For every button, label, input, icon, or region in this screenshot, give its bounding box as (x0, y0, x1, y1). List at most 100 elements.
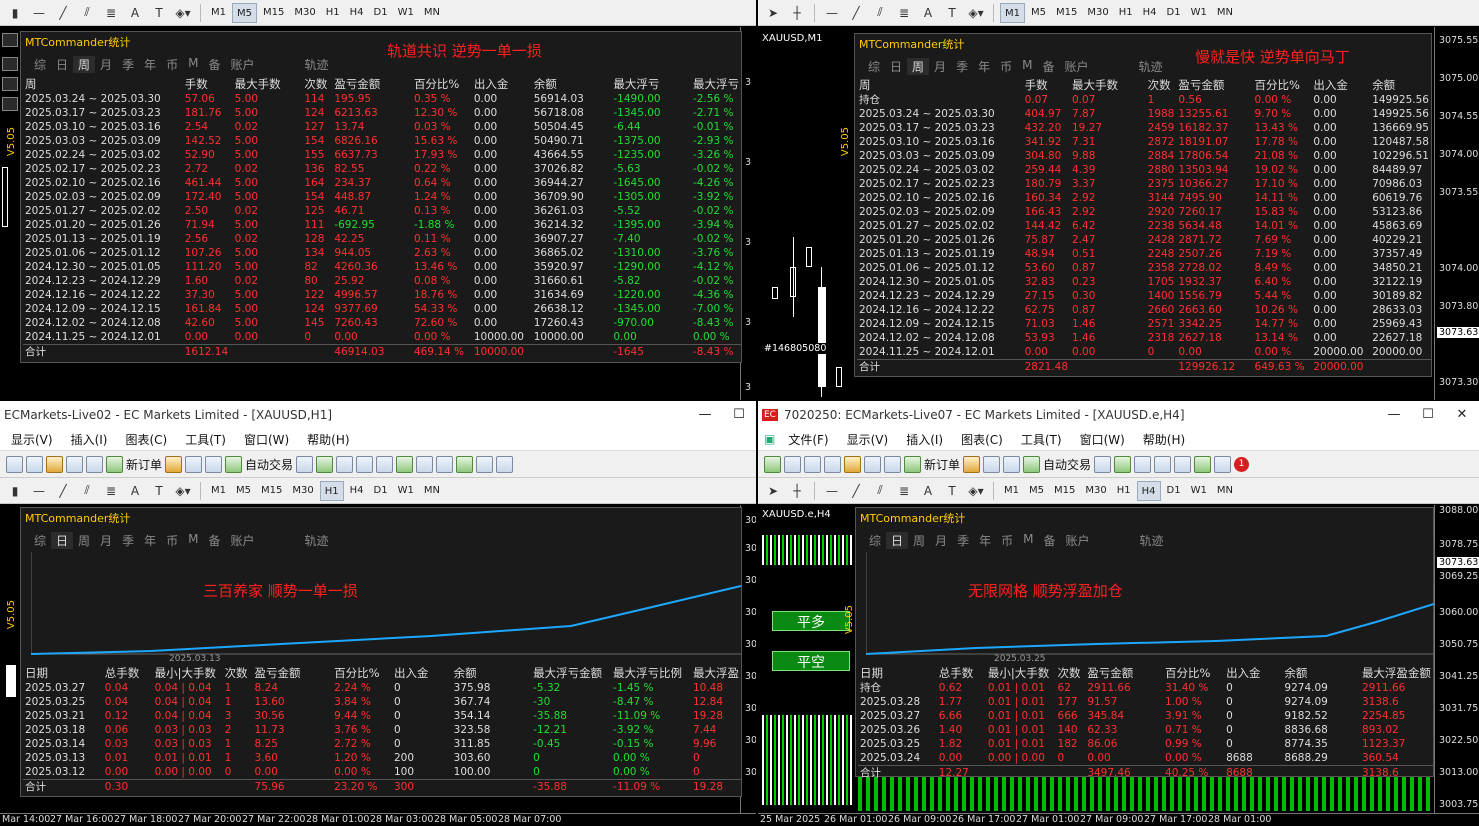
tf-m1[interactable]: M1 (207, 481, 230, 501)
table-row[interactable]: 2025.02.17 ~ 2025.02.23 2.72 0.02 136 82.55 0… (23, 162, 741, 176)
tab-quarter[interactable]: 季 (951, 58, 973, 75)
table-row[interactable]: 2025.03.03 ~ 2025.03.09 304.80 9.88 2884 178… (857, 149, 1431, 163)
table-row[interactable]: 2025.03.03 ~ 2025.03.09 142.52 5.00 154 6826… (23, 134, 741, 148)
tab-note[interactable]: 备 (1037, 58, 1059, 75)
menu-help[interactable]: 帮助(H) (298, 431, 358, 448)
tf-m15[interactable]: M15 (1052, 3, 1081, 23)
terminal-icon[interactable] (983, 455, 1001, 473)
table-row[interactable]: 2024.12.30 ~ 2025.01.05 111.20 5.00 82 4260.… (23, 260, 741, 274)
text-icon[interactable]: A (124, 481, 146, 501)
table-row[interactable]: 2024.12.16 ~ 2024.12.22 37.30 5.00 122 4996.… (23, 288, 741, 302)
zoom-out-icon[interactable] (376, 455, 394, 473)
tf-mn[interactable]: MN (420, 3, 444, 23)
tab-year[interactable]: 年 (139, 532, 161, 549)
zoom-in-icon[interactable] (356, 455, 374, 473)
table-row[interactable]: 2025.03.14 0.03 0.03 | 0.03 1 8.25 2.72 % 0 311… (23, 737, 741, 751)
trendline-icon[interactable]: ╱ (845, 481, 867, 501)
chart-area[interactable]: 30 30 30 30 30 30 30 30 30 V5.05 MTComma… (0, 505, 756, 826)
label-icon[interactable]: T (941, 481, 963, 501)
new-chart-icon[interactable] (764, 455, 781, 473)
tab-magic[interactable]: M (1018, 532, 1038, 549)
chart-area[interactable]: XAUUSD.e,H4 平多 平空 V5.05 3088.00 3078.75 … (758, 505, 1479, 826)
new-chart-icon[interactable] (804, 455, 821, 473)
tf-h1[interactable]: H1 (322, 3, 344, 23)
tf-m15[interactable]: M15 (1050, 481, 1079, 501)
tf-m15[interactable]: M15 (257, 481, 286, 501)
table-row[interactable]: 2025.01.13 ~ 2025.01.19 48.94 0.51 2248 2507… (857, 247, 1431, 261)
tf-m1[interactable]: M1 (207, 3, 230, 23)
auto-trading-button[interactable]: 自动交易 (1043, 456, 1091, 473)
tab-account[interactable]: 账户 (225, 56, 259, 73)
table-row[interactable]: 2024.12.09 ~ 2024.12.15 71.03 1.46 2571 3342… (857, 317, 1431, 331)
hline-icon[interactable]: — (821, 3, 843, 23)
table-row[interactable]: 2024.11.25 ~ 2024.12.01 0.00 0.00 0 0.00 0.00… (23, 330, 741, 345)
text-icon[interactable]: A (917, 481, 939, 501)
table-row[interactable]: 2025.03.13 0.01 0.01 | 0.01 1 3.60 1.20 % 200 3… (23, 751, 741, 765)
line-chart-icon[interactable] (1134, 455, 1152, 473)
table-row[interactable]: 2025.03.10 ~ 2025.03.16 2.54 0.02 127 13.74 0… (23, 120, 741, 134)
table-row[interactable]: 2025.03.26 1.40 0.01 | 0.01 140 62.33 0.71 % 0… (858, 723, 1433, 737)
crosshair-icon[interactable]: ┼ (786, 3, 808, 23)
tf-h4[interactable]: H4 (1136, 480, 1161, 501)
tab-track[interactable]: 轨迹 (1135, 532, 1169, 549)
time-axis[interactable]: 25 Mar 2025 26 Mar 01:00 26 Mar 09:00 26… (758, 813, 1479, 826)
trendline-icon[interactable]: ╱ (52, 3, 74, 23)
tf-w1[interactable]: W1 (394, 3, 418, 23)
tab-day[interactable]: 日 (885, 58, 907, 75)
table-row[interactable]: 2025.03.21 0.12 0.04 | 0.04 3 30.56 9.44 % 0 35… (23, 709, 741, 723)
tab-magic[interactable]: M (1017, 58, 1037, 75)
label-icon[interactable]: T (148, 3, 170, 23)
tf-d1[interactable]: D1 (1163, 481, 1185, 501)
tab-symbol[interactable]: 币 (161, 56, 183, 73)
table-row[interactable]: 2025.02.17 ~ 2025.02.23 180.79 3.37 2375 103… (857, 177, 1431, 191)
tab-day[interactable]: 日 (51, 532, 74, 549)
tab-magic[interactable]: M (183, 532, 203, 549)
tab-symbol[interactable]: 币 (995, 58, 1017, 75)
fibo-icon[interactable]: ≣ (100, 3, 122, 23)
price-axis[interactable]: 3075.55 3075.00 3074.55 3074.00 3073.55 … (1434, 27, 1479, 400)
menu-insert[interactable]: 插入(I) (62, 431, 117, 448)
menu-view[interactable]: 显示(V) (838, 431, 898, 448)
maximize-button[interactable]: ☐ (1411, 407, 1445, 422)
chart-area[interactable]: XAUUSD,M1 #146805080 V5.05 3075.55 3075.… (758, 27, 1479, 400)
auto-trading-icon[interactable] (225, 455, 243, 473)
tab-quarter[interactable]: 季 (952, 532, 974, 549)
tab-month[interactable]: 月 (95, 56, 117, 73)
menu-view[interactable]: 显示(V) (2, 431, 62, 448)
channel-icon[interactable]: ⫽ (76, 481, 98, 501)
table-row[interactable]: 2025.02.03 ~ 2025.02.09 166.43 2.92 2920 726… (857, 205, 1431, 219)
table-row[interactable]: 持仓 0.62 0.01 | 0.01 62 2911.66 31.40 % 0 9274.0… (858, 681, 1433, 695)
menu-window[interactable]: 窗口(W) (235, 431, 298, 448)
price-axis[interactable]: 3 3 3 3 3 (740, 27, 756, 400)
tab-track[interactable]: 轨迹 (300, 56, 334, 73)
bar-chart-icon[interactable] (296, 455, 314, 473)
tab-quarter[interactable]: 季 (117, 532, 139, 549)
hline-icon[interactable]: — (28, 481, 50, 501)
new-order-button[interactable]: 新订单 (126, 456, 162, 473)
tab-summary[interactable]: 综 (29, 532, 51, 549)
window-titlebar[interactable]: ECMarkets-Live02 - EC Markets Limited - … (0, 401, 756, 428)
tf-h1[interactable]: H1 (1115, 3, 1137, 23)
table-row[interactable]: 2024.11.25 ~ 2024.12.01 0.00 0.00 0 0.00 0.00… (857, 345, 1431, 360)
tab-account[interactable]: 账户 (1059, 58, 1093, 75)
tab-day[interactable]: 日 (51, 56, 73, 73)
tab-quarter[interactable]: 季 (117, 56, 139, 73)
candle-chart-icon[interactable] (1114, 455, 1132, 473)
tf-m5[interactable]: M5 (1027, 3, 1050, 23)
table-row[interactable]: 2025.03.10 ~ 2025.03.16 341.92 7.31 2872 181… (857, 135, 1431, 149)
signals-icon[interactable] (205, 455, 223, 473)
tf-w1[interactable]: W1 (394, 481, 418, 501)
profiles-icon[interactable] (784, 455, 801, 473)
signals-icon[interactable] (1003, 455, 1021, 473)
tab-magic[interactable]: M (183, 56, 203, 73)
table-row[interactable]: 2024.12.09 ~ 2024.12.15 161.84 5.00 124 9377… (23, 302, 741, 316)
text-icon[interactable]: A (917, 3, 939, 23)
move-icon[interactable] (824, 455, 841, 473)
table-row[interactable]: 2025.01.27 ~ 2025.02.02 2.50 0.02 125 46.71 0… (23, 204, 741, 218)
tab-week[interactable]: 周 (908, 532, 930, 549)
tf-mn[interactable]: MN (420, 481, 444, 501)
table-row[interactable]: 2025.03.18 0.06 0.03 | 0.03 2 11.73 3.76 % 0 32… (23, 723, 741, 737)
menu-help[interactable]: 帮助(H) (1134, 431, 1194, 448)
time-axis[interactable]: Mar 14:00 27 Mar 16:00 27 Mar 18:00 27 M… (0, 813, 756, 826)
table-row[interactable]: 2025.01.20 ~ 2025.01.26 71.94 5.00 111 -692.… (23, 218, 741, 232)
